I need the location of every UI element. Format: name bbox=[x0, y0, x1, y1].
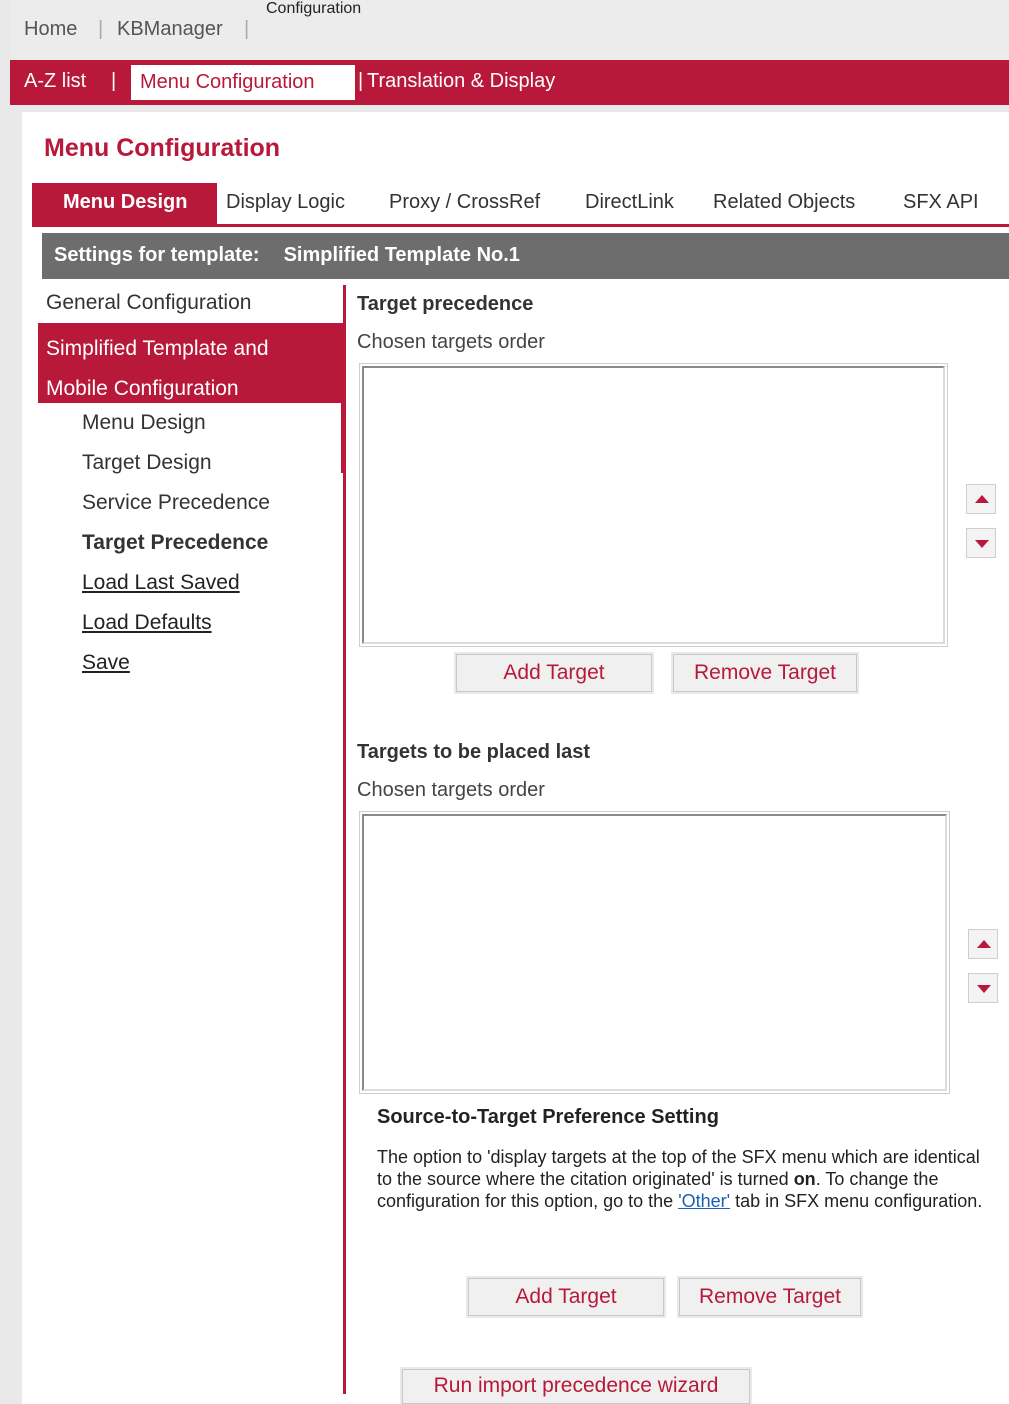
top-nav: Home | KBManager | bbox=[10, 0, 1009, 60]
settings-bar: Settings for template: Simplified Templat… bbox=[42, 233, 1009, 279]
targets-last-title: Targets to be placed last bbox=[357, 741, 591, 763]
move-up-button[interactable] bbox=[966, 484, 996, 514]
nav-kbmanager-link[interactable]: KBManager bbox=[117, 18, 223, 41]
subnav-menu-configuration-tab[interactable]: Menu Configuration bbox=[131, 65, 355, 100]
subnav-translation-display-link[interactable]: Translation & Display bbox=[367, 70, 555, 93]
run-import-wizard-button[interactable]: Run import precedence wizard bbox=[400, 1367, 752, 1404]
targets-last-subtitle: Chosen targets order bbox=[357, 779, 545, 801]
arrow-down-icon bbox=[977, 985, 991, 993]
preference-on-text: on bbox=[793, 1169, 816, 1189]
sidebar-divider-accent bbox=[341, 403, 343, 473]
remove-target-button[interactable]: Remove Target bbox=[671, 652, 859, 694]
settings-template-name: Simplified Template No.1 bbox=[283, 244, 520, 266]
tab-menu-design[interactable]: Menu Design bbox=[32, 183, 217, 224]
sidebar-item-target-design[interactable]: Target Design bbox=[82, 451, 212, 475]
move-down-button[interactable] bbox=[966, 528, 996, 558]
sidebar-item-general-configuration[interactable]: General Configuration bbox=[46, 291, 251, 315]
sidebar-item-service-precedence[interactable]: Service Precedence bbox=[82, 491, 270, 515]
load-defaults-link[interactable]: Load Defaults bbox=[82, 611, 212, 635]
arrow-up-icon bbox=[977, 940, 991, 948]
page-title: Menu Configuration bbox=[44, 134, 281, 162]
preference-title: Source-to-Target Preference Setting bbox=[377, 1106, 719, 1128]
sidebar-item-target-precedence[interactable]: Target Precedence bbox=[82, 531, 268, 555]
add-target-button[interactable]: Add Target bbox=[454, 652, 654, 694]
subnav-separator: | bbox=[111, 70, 117, 92]
nav-separator: | bbox=[244, 18, 250, 40]
preference-description: The option to 'display targets at the to… bbox=[377, 1146, 997, 1212]
target-precedence-subtitle: Chosen targets order bbox=[357, 331, 545, 353]
subnav-separator: | bbox=[358, 70, 364, 92]
nav-home-link[interactable]: Home bbox=[24, 18, 77, 41]
load-last-saved-link[interactable]: Load Last Saved bbox=[82, 571, 240, 595]
add-target-button[interactable]: Add Target bbox=[466, 1276, 666, 1318]
move-up-button[interactable] bbox=[968, 929, 998, 959]
target-precedence-title: Target precedence bbox=[357, 293, 534, 315]
remove-target-button[interactable]: Remove Target bbox=[677, 1276, 863, 1318]
nav-separator: | bbox=[98, 18, 104, 40]
tab-directlink[interactable]: DirectLink bbox=[585, 191, 674, 214]
subnav-az-list-link[interactable]: A-Z list bbox=[24, 70, 86, 93]
sidebar-active-line2: Mobile Configuration bbox=[46, 377, 239, 400]
tab-sfx-api[interactable]: SFX API bbox=[903, 191, 979, 214]
target-precedence-listbox[interactable] bbox=[362, 366, 945, 644]
tab-related-objects[interactable]: Related Objects bbox=[713, 191, 855, 214]
nav-configuration-tab[interactable]: Configuration bbox=[266, 0, 432, 60]
arrow-up-icon bbox=[975, 495, 989, 503]
settings-label: Settings for template: bbox=[54, 244, 260, 266]
sidebar-active-line1: Simplified Template and bbox=[46, 337, 269, 360]
sidebar-item-simplified-template[interactable]: Simplified Template and Mobile Configura… bbox=[38, 323, 343, 403]
sidebar-divider bbox=[343, 285, 346, 1394]
sidebar-item-menu-design[interactable]: Menu Design bbox=[82, 411, 206, 435]
arrow-down-icon bbox=[975, 540, 989, 548]
targets-last-listbox[interactable] bbox=[362, 814, 947, 1091]
other-tab-link[interactable]: 'Other' bbox=[678, 1191, 730, 1211]
config-tabs: Menu Design Display Logic Proxy / CrossR… bbox=[32, 183, 1009, 227]
move-down-button[interactable] bbox=[968, 973, 998, 1003]
preference-text: tab in SFX menu configuration. bbox=[730, 1191, 983, 1211]
tab-proxy-crossref[interactable]: Proxy / CrossRef bbox=[389, 191, 540, 214]
sub-nav: A-Z list | Menu Configuration | Translat… bbox=[10, 60, 1009, 105]
save-link[interactable]: Save bbox=[82, 651, 130, 675]
tab-display-logic[interactable]: Display Logic bbox=[226, 191, 345, 214]
